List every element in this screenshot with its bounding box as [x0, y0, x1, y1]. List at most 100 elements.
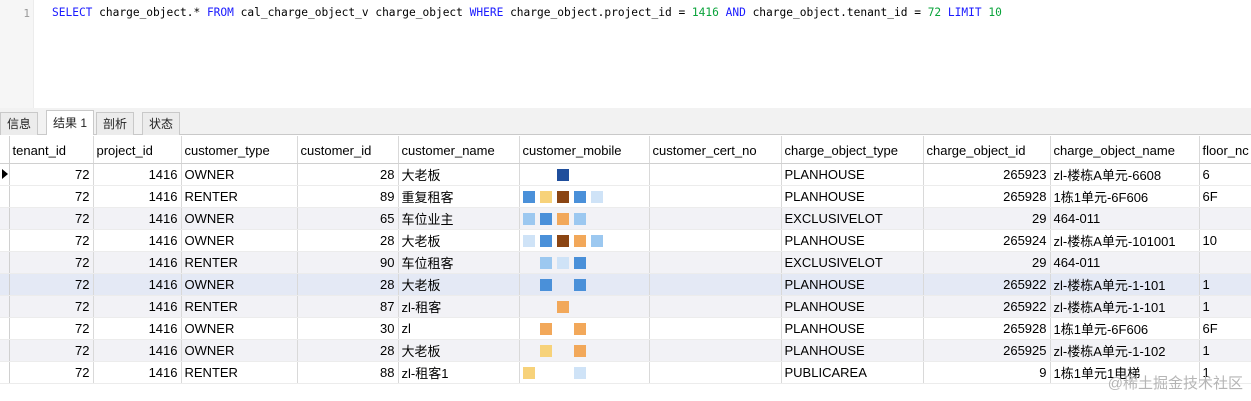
cell-charge-object-id[interactable]: 265925 — [923, 339, 1051, 362]
cell-floor-no[interactable]: 1 — [1199, 273, 1251, 296]
cell-customer-mobile-redacted[interactable] — [519, 317, 650, 340]
row-indicator[interactable] — [0, 339, 10, 362]
cell-charge-object-id[interactable]: 29 — [923, 251, 1051, 274]
cell-customer-type[interactable]: OWNER — [181, 273, 298, 296]
cell-customer-cert-no[interactable] — [649, 317, 782, 340]
column-header-customer-cert-no[interactable]: customer_cert_no — [649, 136, 782, 164]
cell-charge-object-name[interactable]: zl-楼栋A单元-1-102 — [1050, 339, 1200, 362]
cell-customer-name[interactable]: 大老板 — [398, 229, 520, 252]
cell-customer-mobile-redacted[interactable] — [519, 185, 650, 208]
cell-project-id[interactable]: 1416 — [93, 317, 182, 340]
cell-tenant-id[interactable]: 72 — [9, 339, 94, 362]
tab-info[interactable]: 信息 — [0, 112, 39, 135]
cell-customer-id[interactable]: 87 — [297, 295, 399, 318]
sql-editor[interactable]: 1 SELECT charge_object.* FROM cal_charge… — [0, 0, 1251, 108]
table-row[interactable]: 72 1416 RENTER 87 zl-租客 PLANHOUSE 265922 zl-楼栋A… — [0, 295, 1251, 318]
cell-customer-name[interactable]: 重复租客 — [398, 185, 520, 208]
cell-tenant-id[interactable]: 72 — [9, 163, 94, 186]
row-indicator[interactable] — [0, 229, 10, 252]
cell-charge-object-id[interactable]: 265928 — [923, 185, 1051, 208]
cell-customer-cert-no[interactable] — [649, 295, 782, 318]
cell-customer-type[interactable]: RENTER — [181, 295, 298, 318]
cell-charge-object-name[interactable]: 464-011 — [1050, 251, 1200, 274]
table-row[interactable]: 72 1416 OWNER 28 大老板 PLANHOUSE 265922 zl-楼栋A单元-… — [0, 273, 1251, 296]
cell-tenant-id[interactable]: 72 — [9, 251, 94, 274]
tab-result-1[interactable]: 结果 1 — [46, 110, 95, 135]
cell-project-id[interactable]: 1416 — [93, 339, 182, 362]
cell-customer-cert-no[interactable] — [649, 339, 782, 362]
cell-project-id[interactable]: 1416 — [93, 295, 182, 318]
row-indicator[interactable] — [0, 185, 10, 208]
cell-project-id[interactable]: 1416 — [93, 229, 182, 252]
table-row[interactable]: 72 1416 OWNER 28 大老板 PLANHOUSE 265924 zl-楼栋A单元-… — [0, 229, 1251, 252]
cell-charge-object-name[interactable]: 1栋1单元-6F606 — [1050, 185, 1200, 208]
row-indicator[interactable] — [0, 317, 10, 340]
cell-charge-object-type[interactable]: PLANHOUSE — [781, 163, 924, 186]
table-row[interactable]: 72 1416 RENTER 89 重复租客 PLANHOUSE 265928 1栋1单元-6… — [0, 185, 1251, 208]
cell-project-id[interactable]: 1416 — [93, 185, 182, 208]
table-row[interactable]: 72 1416 OWNER 28 大老板 PLANHOUSE 265925 zl-楼栋A单元-… — [0, 339, 1251, 362]
cell-customer-cert-no[interactable] — [649, 207, 782, 230]
cell-charge-object-id[interactable]: 265928 — [923, 317, 1051, 340]
cell-charge-object-name[interactable]: 464-011 — [1050, 207, 1200, 230]
column-header-charge-object-id[interactable]: charge_object_id — [923, 136, 1051, 164]
column-header-project-id[interactable]: project_id — [93, 136, 182, 164]
cell-customer-type[interactable]: RENTER — [181, 185, 298, 208]
cell-customer-mobile-redacted[interactable] — [519, 207, 650, 230]
cell-customer-name[interactable]: 车位业主 — [398, 207, 520, 230]
cell-customer-name[interactable]: 大老板 — [398, 163, 520, 186]
cell-charge-object-id[interactable]: 265922 — [923, 273, 1051, 296]
cell-customer-type[interactable]: RENTER — [181, 361, 298, 384]
cell-floor-no[interactable]: 1 — [1199, 295, 1251, 318]
row-indicator[interactable] — [0, 251, 10, 274]
cell-customer-cert-no[interactable] — [649, 229, 782, 252]
cell-floor-no[interactable]: 1 — [1199, 339, 1251, 362]
column-header-charge-object-type[interactable]: charge_object_type — [781, 136, 924, 164]
cell-customer-id[interactable]: 89 — [297, 185, 399, 208]
cell-customer-cert-no[interactable] — [649, 251, 782, 274]
cell-charge-object-name[interactable]: zl-楼栋A单元-101001 — [1050, 229, 1200, 252]
cell-charge-object-id[interactable]: 9 — [923, 361, 1051, 384]
cell-project-id[interactable]: 1416 — [93, 361, 182, 384]
cell-customer-mobile-redacted[interactable] — [519, 339, 650, 362]
cell-customer-name[interactable]: 大老板 — [398, 339, 520, 362]
cell-customer-id[interactable]: 28 — [297, 163, 399, 186]
cell-charge-object-type[interactable]: PLANHOUSE — [781, 273, 924, 296]
row-indicator[interactable] — [0, 163, 10, 186]
cell-customer-name[interactable]: 车位租客 — [398, 251, 520, 274]
cell-floor-no[interactable]: 6F — [1199, 317, 1251, 340]
column-header-floor-no[interactable]: floor_nc — [1199, 136, 1251, 164]
table-row[interactable]: 72 1416 RENTER 88 zl-租客1 PUBLICAREA 9 1栋1单元1电梯 1 — [0, 361, 1251, 384]
cell-customer-type[interactable]: OWNER — [181, 229, 298, 252]
tab-status[interactable]: 状态 — [142, 112, 181, 135]
tab-profile[interactable]: 剖析 — [96, 112, 135, 135]
cell-customer-cert-no[interactable] — [649, 361, 782, 384]
cell-customer-id[interactable]: 30 — [297, 317, 399, 340]
cell-customer-id[interactable]: 90 — [297, 251, 399, 274]
cell-customer-mobile-redacted[interactable] — [519, 229, 650, 252]
cell-customer-cert-no[interactable] — [649, 273, 782, 296]
column-header-customer-name[interactable]: customer_name — [398, 136, 520, 164]
table-row[interactable]: 72 1416 RENTER 90 车位租客 EXCLUSIVELOT 29 464-011 — [0, 251, 1251, 274]
row-indicator[interactable] — [0, 273, 10, 296]
cell-floor-no[interactable]: 6F — [1199, 185, 1251, 208]
cell-tenant-id[interactable]: 72 — [9, 361, 94, 384]
cell-charge-object-name[interactable]: zl-楼栋A单元-1-101 — [1050, 273, 1200, 296]
cell-customer-id[interactable]: 88 — [297, 361, 399, 384]
cell-project-id[interactable]: 1416 — [93, 251, 182, 274]
cell-customer-type[interactable]: OWNER — [181, 339, 298, 362]
column-header-customer-type[interactable]: customer_type — [181, 136, 298, 164]
cell-floor-no[interactable] — [1199, 251, 1251, 274]
table-row[interactable]: 72 1416 OWNER 28 大老板 PLANHOUSE 265923 zl-楼栋A单元-… — [0, 163, 1251, 186]
cell-charge-object-id[interactable]: 265922 — [923, 295, 1051, 318]
cell-charge-object-type[interactable]: EXCLUSIVELOT — [781, 207, 924, 230]
cell-charge-object-type[interactable]: EXCLUSIVELOT — [781, 251, 924, 274]
column-header-tenant-id[interactable]: tenant_id — [9, 136, 94, 164]
cell-customer-type[interactable]: OWNER — [181, 163, 298, 186]
cell-tenant-id[interactable]: 72 — [9, 207, 94, 230]
cell-customer-cert-no[interactable] — [649, 185, 782, 208]
sql-query-text[interactable]: SELECT charge_object.* FROM cal_charge_o… — [52, 6, 1002, 19]
row-indicator[interactable] — [0, 361, 10, 384]
cell-customer-id[interactable]: 65 — [297, 207, 399, 230]
cell-project-id[interactable]: 1416 — [93, 273, 182, 296]
